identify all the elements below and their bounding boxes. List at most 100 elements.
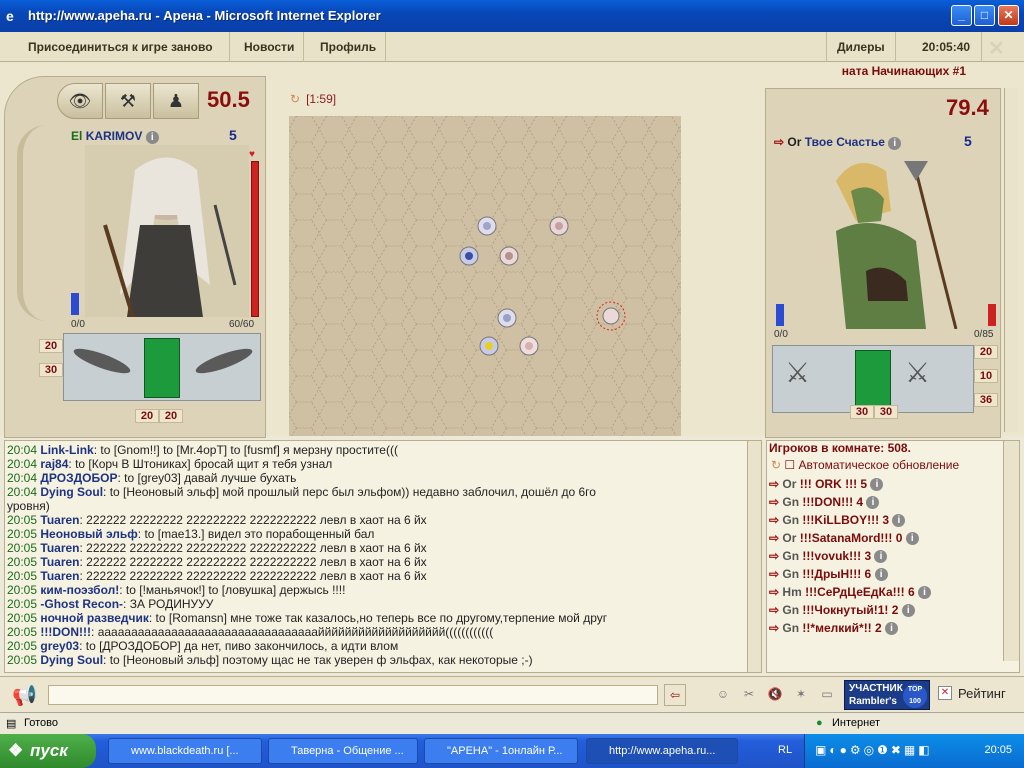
axe-icon[interactable] (71, 344, 133, 378)
chat-nick[interactable]: Tuaren (40, 569, 79, 583)
chat-log[interactable]: 20:04 Link-Link: to [Gnom!!] to [Mr.4opT… (4, 440, 762, 673)
start-button[interactable]: ❖ пуск (0, 734, 96, 768)
player-nick[interactable]: !!!KiLLBOY!!! (802, 513, 879, 527)
monitor-icon[interactable]: ▭ (816, 684, 838, 706)
unit-token[interactable] (519, 336, 539, 356)
scissors-icon[interactable]: ✂ (738, 684, 760, 706)
chat-nick[interactable]: Tuaren (40, 513, 79, 527)
player-right-panel: 79.4 ⇨ Or Твое Счастье i 5 0/0 0/85 ⚔ ⚔ … (765, 88, 1001, 438)
mute-icon[interactable]: 🔇 (764, 684, 786, 706)
chat-nick[interactable]: Tuaren (40, 541, 79, 555)
info-icon[interactable]: i (888, 137, 902, 150)
player-nick[interactable]: !!!Чокнутый!1! (802, 603, 888, 617)
player-nick[interactable]: !!!ДрыН!!! (802, 567, 861, 581)
refresh-icon[interactable]: ↻ (771, 458, 781, 472)
player-nick[interactable]: !!!СеРдЦеЕдКа!!! (805, 585, 905, 599)
player-nick[interactable]: !!! ORK !!! (800, 477, 857, 491)
language-indicator[interactable]: RL (778, 744, 792, 756)
task-arena[interactable]: "АРЕНА" - 1онлайн Р... (424, 738, 578, 764)
info-icon[interactable]: i (918, 586, 932, 600)
player-entry[interactable]: ⇨ Gn !!!ДрыН!!! 6 i (767, 565, 1019, 583)
figure-icon[interactable]: ♟ (153, 83, 199, 119)
profile-link[interactable]: Профиль (310, 32, 386, 62)
auto-update-toggle[interactable]: ↻ ☐ Автоматическое обновление (767, 455, 1019, 475)
rating-checkbox[interactable]: ✕ (938, 686, 952, 700)
minimize-button[interactable]: _ (951, 5, 972, 26)
info-icon[interactable]: i (870, 478, 884, 492)
player-entry[interactable]: ⇨ Gn !!!vovuk!!! 3 i (767, 547, 1019, 565)
info-icon[interactable]: i (885, 622, 899, 636)
chat-nick[interactable]: grey03 (40, 639, 79, 653)
player-race: Or (782, 531, 797, 545)
player-right-name[interactable]: ⇨ Or Твое Счастье i (774, 135, 902, 150)
hex-battlefield[interactable] (289, 116, 681, 436)
star-icon[interactable]: ✶ (790, 684, 812, 706)
chat-nick[interactable]: ким-поэзбол! (40, 583, 119, 597)
chat-time: 20:05 (7, 555, 38, 569)
close-game-icon[interactable]: ✕ (988, 36, 1012, 60)
unit-token[interactable] (459, 246, 479, 266)
chat-nick[interactable]: Dying Soul (40, 485, 103, 499)
info-icon[interactable]: i (874, 550, 888, 564)
chat-nick[interactable]: raj84 (40, 457, 68, 471)
unit-token[interactable] (549, 216, 569, 236)
chat-nick[interactable]: !!!DON!!! (40, 625, 91, 639)
player-left-name[interactable]: El KARIMOV i (71, 129, 159, 144)
player-entry[interactable]: ⇨ Or !!!SatanaMord!!! 0 i (767, 529, 1019, 547)
close-button[interactable]: ✕ (998, 5, 1019, 26)
megaphone-icon[interactable]: 📢 (12, 683, 37, 708)
task-taverna[interactable]: Таверна - Общение ... (268, 738, 418, 764)
armor-figure[interactable] (855, 350, 891, 410)
maximize-button[interactable]: □ (974, 5, 995, 26)
unit-token[interactable] (499, 246, 519, 266)
player-entry[interactable]: ⇨ Gn !!!DON!!! 4 i (767, 493, 1019, 511)
task-blackdeath[interactable]: www.blackdeath.ru [... (108, 738, 262, 764)
rejoin-link[interactable]: Присоединиться к игре заново (18, 32, 230, 62)
send-arrow-icon[interactable]: ⇦ (664, 684, 686, 706)
page-scrollbar[interactable] (1004, 88, 1018, 432)
info-icon[interactable]: i (874, 568, 888, 582)
info-icon[interactable]: i (145, 131, 159, 144)
unit-token[interactable] (497, 308, 517, 328)
player-nick[interactable]: !!*мелкий*!! (802, 621, 871, 635)
chat-nick[interactable]: Dying Soul (40, 653, 103, 667)
chat-nick[interactable]: Tuaren (40, 555, 79, 569)
chat-input[interactable] (48, 685, 658, 705)
chat-nick[interactable]: Link-Link (40, 443, 93, 457)
player-entry[interactable]: ⇨ Gn !!!KiLLBOY!!! 3 i (767, 511, 1019, 529)
player-nick[interactable]: !!!vovuk!!! (802, 549, 861, 563)
tray-icons[interactable]: ▣◐●⚙◎❶✖▦◧ (815, 743, 933, 757)
player-nick[interactable]: !!!DON!!! (802, 495, 853, 509)
chat-nick[interactable]: Неоновый эльф (40, 527, 137, 541)
player-nick[interactable]: !!!SatanaMord!!! (800, 531, 893, 545)
player-entry[interactable]: ⇨ Or !!! ORK !!! 5 i (767, 475, 1019, 493)
info-icon[interactable]: i (866, 496, 880, 510)
info-icon[interactable]: i (901, 604, 915, 618)
blades-icon[interactable]: ⚔ (785, 356, 845, 396)
info-icon[interactable]: i (892, 514, 906, 528)
chat-nick[interactable]: ночной разведчик (40, 611, 149, 625)
chat-scrollbar[interactable] (747, 441, 761, 672)
task-apeha[interactable]: http://www.apeha.ru... (586, 738, 738, 764)
info-icon[interactable]: i (905, 532, 919, 546)
axe-icon[interactable] (193, 344, 255, 378)
chat-nick[interactable]: -Ghost Recon- (40, 597, 123, 611)
player-entry[interactable]: ⇨ Hm !!!СеРдЦеЕдКа!!! 6 i (767, 583, 1019, 601)
rambler-banner[interactable]: УЧАСТНИК Rambler's TOP 100 (844, 680, 930, 710)
eye-icon[interactable]: 👁 (57, 83, 103, 119)
players-list[interactable]: Игроков в комнате: 508. ↻ ☐ Автоматическ… (766, 440, 1020, 673)
server-time: 20:05:40 (912, 32, 982, 62)
unit-token[interactable] (477, 216, 497, 236)
players-scrollbar[interactable] (1003, 441, 1019, 661)
tools-icon[interactable]: ⚒ (105, 83, 151, 119)
smile-icon[interactable]: ☺ (712, 684, 734, 706)
chat-nick[interactable]: ДРОЗДОБОР (40, 471, 117, 485)
dealers-link[interactable]: Дилеры (826, 32, 896, 62)
unit-token[interactable] (479, 336, 499, 356)
refresh-icon[interactable]: ↻ (290, 92, 300, 106)
blades-icon[interactable]: ⚔ (905, 356, 965, 396)
armor-figure[interactable] (144, 338, 180, 398)
player-entry[interactable]: ⇨ Gn !!!Чокнутый!1! 2 i (767, 601, 1019, 619)
news-link[interactable]: Новости (234, 32, 304, 62)
player-entry[interactable]: ⇨ Gn !!*мелкий*!! 2 i (767, 619, 1019, 637)
